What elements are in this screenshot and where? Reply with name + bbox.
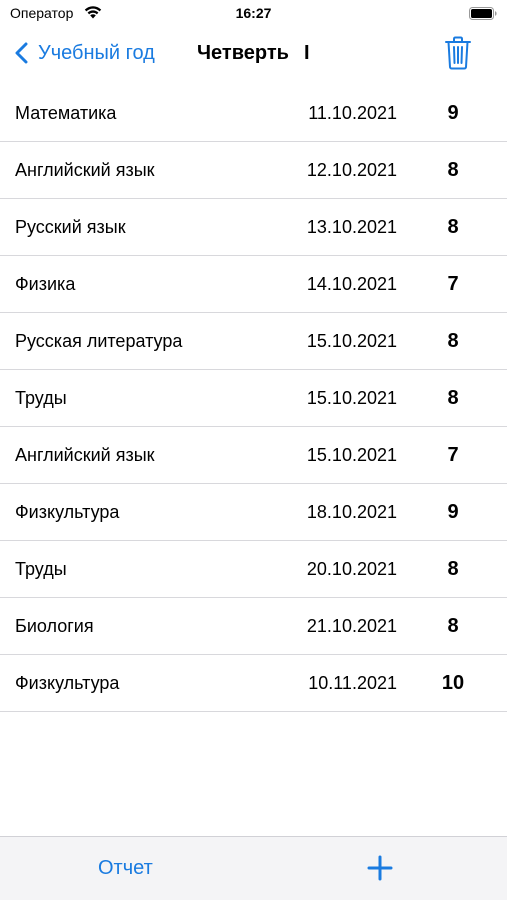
date-label: 15.10.2021 — [306, 445, 397, 465]
date-label: 21.10.2021 — [306, 616, 397, 636]
screen: Оператор 16:27 Учебный год Четверть I Ма… — [0, 0, 507, 900]
battery-icon — [469, 7, 497, 20]
nav-bar: Учебный год Четверть I — [0, 28, 507, 84]
subject-label: Физика — [15, 274, 76, 294]
grade-value: 9 — [447, 102, 459, 124]
table-row[interactable]: Труды 15.10.2021 8 — [0, 370, 507, 427]
date-label: 10.11.2021 — [308, 673, 397, 693]
date-label: 14.10.2021 — [306, 274, 397, 294]
grade-value: 8 — [447, 159, 459, 181]
trash-icon[interactable] — [444, 36, 472, 70]
subject-label: Русская литература — [15, 331, 183, 351]
grade-value: 8 — [447, 615, 459, 637]
status-time: 16:27 — [235, 5, 272, 21]
subject-label: Биология — [15, 616, 94, 636]
subject-label: Английский язык — [15, 445, 155, 465]
grade-value: 10 — [441, 672, 465, 694]
grade-value: 8 — [447, 330, 459, 352]
subject-label: Математика — [15, 103, 117, 123]
date-label: 15.10.2021 — [306, 331, 397, 351]
table-row[interactable]: Русский язык 13.10.2021 8 — [0, 199, 507, 256]
report-button[interactable]: Отчет — [98, 857, 153, 880]
date-label: 18.10.2021 — [306, 502, 397, 522]
grades-list: Математика 11.10.2021 9 Английский язык … — [0, 85, 507, 712]
date-label: 11.10.2021 — [308, 103, 397, 123]
table-row[interactable]: Английский язык 12.10.2021 8 — [0, 142, 507, 199]
table-row[interactable]: Физкультура 18.10.2021 9 — [0, 484, 507, 541]
back-label: Учебный год — [38, 41, 155, 64]
table-row[interactable]: Физика 14.10.2021 7 — [0, 256, 507, 313]
subject-label: Английский язык — [15, 160, 155, 180]
bottom-toolbar: Отчет — [0, 836, 507, 900]
subject-label: Русский язык — [15, 217, 126, 237]
quarter-number: I — [304, 42, 310, 64]
grade-value: 7 — [447, 273, 459, 295]
grade-value: 7 — [447, 444, 459, 466]
subject-label: Труды — [15, 388, 67, 408]
date-label: 13.10.2021 — [306, 217, 397, 237]
table-row[interactable]: Физкультура 10.11.2021 10 — [0, 655, 507, 712]
subject-label: Труды — [15, 559, 67, 579]
grade-value: 8 — [447, 216, 459, 238]
date-label: 20.10.2021 — [306, 559, 397, 579]
table-row[interactable]: Труды 20.10.2021 8 — [0, 541, 507, 598]
subject-label: Физкультура — [15, 673, 120, 693]
page-title: Четверть — [197, 42, 289, 64]
table-row[interactable]: Математика 11.10.2021 9 — [0, 85, 507, 142]
table-row[interactable]: Русская литература 15.10.2021 8 — [0, 313, 507, 370]
date-label: 12.10.2021 — [306, 160, 397, 180]
subject-label: Физкультура — [15, 502, 120, 522]
status-bar: Оператор 16:27 — [0, 0, 507, 28]
chevron-left-icon — [15, 42, 28, 64]
grade-value: 8 — [447, 558, 459, 580]
date-label: 15.10.2021 — [306, 388, 397, 408]
grade-value: 9 — [447, 501, 459, 523]
table-row[interactable]: Биология 21.10.2021 8 — [0, 598, 507, 655]
grade-value: 8 — [447, 387, 459, 409]
table-row[interactable]: Английский язык 15.10.2021 7 — [0, 427, 507, 484]
plus-icon[interactable] — [366, 854, 394, 882]
back-button[interactable]: Учебный год — [14, 38, 155, 68]
